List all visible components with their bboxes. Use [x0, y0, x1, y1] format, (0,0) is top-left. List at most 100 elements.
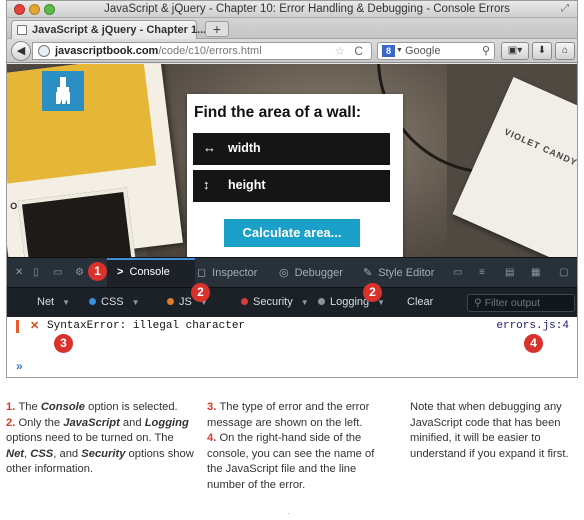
caption-paragraph: 1. The Console option is selected. — [6, 400, 196, 416]
calculate-area-button[interactable]: Calculate area... — [224, 219, 360, 247]
close-window-button[interactable] — [14, 4, 25, 15]
callout-marker-2-logging: 2 — [363, 283, 382, 302]
caption-column-2: 3. The type of error and the error messa… — [207, 400, 392, 494]
logging-dot-icon — [318, 298, 325, 305]
width-field[interactable]: ↔ width — [193, 133, 390, 165]
caption-paragraph: 2. Only the JavaScript and Logging optio… — [6, 416, 196, 478]
security-dot-icon — [241, 298, 248, 305]
caption-number: 4. — [207, 432, 220, 445]
bookmarks-menu-icon[interactable]: ▣▾ — [501, 42, 529, 60]
new-tab-button[interactable]: + — [205, 21, 229, 37]
page-favicon-icon — [17, 25, 27, 35]
ruler-icon[interactable]: ≡ — [479, 267, 485, 278]
caption-text: options need to be turned on. The — [6, 432, 174, 445]
page-viewport: ONEL MUSTARD VIOLET CANDY Find the area … — [7, 64, 577, 257]
caption-number: 1. — [6, 401, 19, 413]
fullscreen-arrows-icon[interactable]: ⤢ — [561, 3, 569, 14]
minimize-window-button[interactable] — [29, 4, 40, 15]
filter-output-input[interactable]: ⚲ Filter output — [467, 294, 575, 312]
height-label: height — [228, 178, 266, 192]
settings-gear-icon[interactable]: ⚙ — [75, 267, 84, 278]
width-label: width — [228, 141, 261, 155]
dock-icon[interactable]: ▯ — [33, 267, 39, 278]
caption-emphasis: Security — [81, 447, 126, 460]
error-severity-bar — [16, 320, 19, 333]
caption-text: and — [119, 416, 145, 429]
chevron-down-icon[interactable]: ▼ — [396, 47, 403, 54]
search-icon[interactable]: ⚲ — [482, 44, 490, 57]
globe-icon — [38, 45, 50, 57]
split-console-icon[interactable]: ▭ — [53, 267, 62, 278]
caption-emphasis: Net — [6, 447, 25, 460]
caption-column-3: Note that when debugging any JavaScript … — [410, 400, 582, 462]
caption-number: 2. — [6, 416, 19, 429]
caption-paragraph: 3. The type of error and the error messa… — [207, 400, 392, 431]
vertical-arrows-icon: ↕ — [203, 177, 210, 192]
error-location-link[interactable]: errors.js:4 — [496, 320, 569, 332]
filter-security[interactable]: Security ▼ — [241, 296, 309, 308]
caption-text: On the right-hand side of the console, y… — [207, 432, 375, 491]
clear-button[interactable]: Clear — [407, 296, 433, 308]
browser-tab[interactable]: JavaScript & jQuery - Chapter 1... — [11, 20, 206, 39]
tab-console[interactable]: > Console — [117, 266, 170, 278]
tab-inspector[interactable]: ◻ Inspector — [197, 266, 257, 279]
js-dot-icon — [167, 298, 174, 305]
calculator-title: Find the area of a wall: — [194, 104, 362, 121]
style-editor-icon: ✎ — [363, 267, 373, 279]
console-prompt-icon: > — [117, 266, 124, 278]
scratchpad-icon[interactable]: ▤ — [505, 267, 514, 278]
browser-window: JavaScript & jQuery - Chapter 10: Error … — [6, 0, 578, 378]
error-icon: ✕ — [30, 320, 40, 332]
caption-column-1: 1. The Console option is selected. 2. Onl… — [6, 400, 196, 478]
google-icon[interactable]: 8 — [382, 45, 395, 57]
search-icon: ⚲ — [474, 297, 485, 309]
debugger-icon: ◎ — [279, 267, 289, 279]
caption-text: option is selected. — [84, 401, 178, 413]
page-dot: · — [287, 508, 290, 518]
caption-paragraph: Note that when debugging any JavaScript … — [410, 400, 582, 462]
window-title: JavaScript & jQuery - Chapter 10: Error … — [104, 3, 510, 15]
screenshot-icon[interactable]: ▦ — [531, 267, 540, 278]
height-field[interactable]: ↕ height — [193, 170, 390, 202]
caption-text: The — [18, 401, 41, 413]
home-icon[interactable]: ⌂ — [555, 42, 575, 60]
bookmark-star-icon[interactable]: ☆ — [334, 44, 345, 58]
css-dot-icon — [89, 298, 96, 305]
tab-label: JavaScript & jQuery - Chapter 1... — [32, 24, 207, 36]
responsive-design-icon[interactable]: ▭ — [453, 267, 462, 278]
download-icon[interactable]: ⬇ — [532, 42, 552, 60]
calculator-panel: Find the area of a wall: ↔ width ↕ heigh… — [187, 94, 403, 257]
caption-paragraph: 4. On the right-hand side of the console… — [207, 431, 392, 493]
close-devtools-icon[interactable]: ✕ — [15, 267, 23, 278]
caption-text: , and — [53, 447, 82, 460]
url-text: javascriptbook.com/code/c10/errors.html — [55, 45, 262, 57]
caption-emphasis: Logging — [144, 416, 189, 429]
tab-debugger[interactable]: ◎ Debugger — [279, 266, 343, 279]
console-filter-bar: Net ▼ CSS ▼ JS ▼ Security ▼ Logging ▼ Clear ⚲… — [7, 287, 577, 317]
dark-swatch-card — [17, 187, 137, 257]
callout-marker-3: 3 — [54, 334, 73, 353]
reload-icon[interactable]: C — [354, 44, 363, 58]
logo-tile — [42, 71, 84, 111]
swatch-label-violet: VIOLET CANDY — [502, 126, 577, 168]
tab-style-editor[interactable]: ✎ Style Editor — [363, 266, 434, 279]
paintbrush-icon — [56, 77, 70, 104]
back-arrow-icon[interactable]: ◀ — [11, 41, 31, 61]
search-placeholder: Google — [405, 45, 441, 57]
caption-text: The type of error and the error message … — [207, 401, 370, 429]
console-input-prompt[interactable]: » — [16, 359, 23, 373]
error-message: SyntaxError: illegal character — [47, 320, 246, 332]
popout-icon[interactable]: ▢ — [559, 267, 568, 278]
tab-strip: JavaScript & jQuery - Chapter 1... + — [7, 18, 577, 39]
search-box[interactable]: 8 ▼ Google ⚲ — [377, 42, 495, 60]
caption-emphasis: JavaScript — [63, 416, 120, 429]
filter-net[interactable]: Net ▼ — [37, 296, 70, 308]
caption-text: Only the — [18, 416, 64, 429]
caption-number: 3. — [207, 401, 220, 413]
url-bar[interactable]: javascriptbook.com/code/c10/errors.html … — [32, 42, 372, 60]
callout-marker-1: 1 — [88, 262, 107, 281]
caption-emphasis: Console — [40, 401, 85, 413]
filter-css[interactable]: CSS ▼ — [89, 296, 140, 308]
zoom-window-button[interactable] — [44, 4, 55, 15]
callout-marker-2-js: 2 — [191, 283, 210, 302]
